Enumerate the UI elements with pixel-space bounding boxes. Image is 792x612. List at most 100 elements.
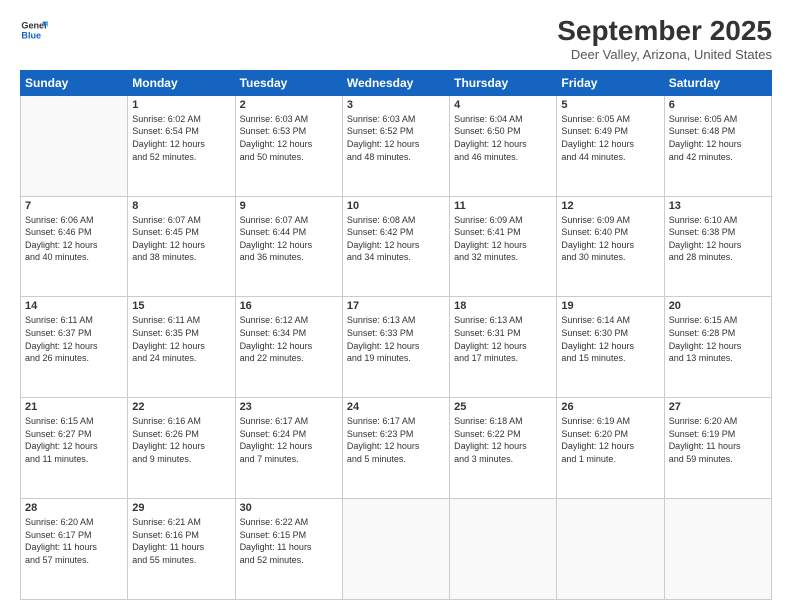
day-number: 19	[561, 300, 659, 312]
day-number: 2	[240, 99, 338, 111]
day-number: 13	[669, 200, 767, 212]
cell-info: Sunrise: 6:04 AM Sunset: 6:50 PM Dayligh…	[454, 113, 552, 163]
week-row-4: 21Sunrise: 6:15 AM Sunset: 6:27 PM Dayli…	[21, 398, 772, 499]
cell-info: Sunrise: 6:14 AM Sunset: 6:30 PM Dayligh…	[561, 314, 659, 364]
day-number: 15	[132, 300, 230, 312]
location: Deer Valley, Arizona, United States	[557, 47, 772, 62]
day-header-wednesday: Wednesday	[342, 70, 449, 95]
calendar-cell: 7 Sunrise: 6:06 AM Sunset: 6:46 PM Daylig…	[21, 196, 128, 297]
calendar-cell: 26 Sunrise: 6:19 AM Sunset: 6:20 PM Dayli…	[557, 398, 664, 499]
calendar-cell: 4 Sunrise: 6:04 AM Sunset: 6:50 PM Daylig…	[450, 95, 557, 196]
week-row-1: 1 Sunrise: 6:02 AM Sunset: 6:54 PM Daylig…	[21, 95, 772, 196]
cell-info: Sunrise: 6:03 AM Sunset: 6:53 PM Dayligh…	[240, 113, 338, 163]
calendar-cell: 19 Sunrise: 6:14 AM Sunset: 6:30 PM Dayli…	[557, 297, 664, 398]
cell-info: Sunrise: 6:21 AM Sunset: 6:16 PM Dayligh…	[132, 516, 230, 566]
cell-info: Sunrise: 6:13 AM Sunset: 6:31 PM Dayligh…	[454, 314, 552, 364]
calendar-cell: 12Sunrise: 6:09 AM Sunset: 6:40 PM Dayli…	[557, 196, 664, 297]
page: General Blue September 2025 Deer Valley,…	[0, 0, 792, 612]
cell-info: Sunrise: 6:10 AM Sunset: 6:38 PM Dayligh…	[669, 214, 767, 264]
cell-info: Sunrise: 6:15 AM Sunset: 6:27 PM Dayligh…	[25, 415, 123, 465]
calendar-cell	[557, 499, 664, 600]
cell-info: Sunrise: 6:11 AM Sunset: 6:35 PM Dayligh…	[132, 314, 230, 364]
calendar-cell	[21, 95, 128, 196]
day-number: 9	[240, 200, 338, 212]
calendar-cell: 5 Sunrise: 6:05 AM Sunset: 6:49 PM Daylig…	[557, 95, 664, 196]
calendar-cell: 2 Sunrise: 6:03 AM Sunset: 6:53 PM Daylig…	[235, 95, 342, 196]
cell-info: Sunrise: 6:02 AM Sunset: 6:54 PM Dayligh…	[132, 113, 230, 163]
week-row-3: 14 Sunrise: 6:11 AM Sunset: 6:37 PM Dayli…	[21, 297, 772, 398]
day-number: 18	[454, 300, 552, 312]
day-number: 5	[561, 99, 659, 111]
cell-info: Sunrise: 6:12 AM Sunset: 6:34 PM Dayligh…	[240, 314, 338, 364]
header: General Blue September 2025 Deer Valley,…	[20, 16, 772, 62]
day-number: 4	[454, 99, 552, 111]
logo: General Blue	[20, 16, 48, 44]
calendar-cell: 23 Sunrise: 6:17 AM Sunset: 6:24 PM Dayli…	[235, 398, 342, 499]
calendar-cell: 6 Sunrise: 6:05 AM Sunset: 6:48 PM Daylig…	[664, 95, 771, 196]
cell-info: Sunrise: 6:09 AM Sunset: 6:40 PM Dayligh…	[561, 214, 659, 264]
calendar-cell: 10 Sunrise: 6:08 AM Sunset: 6:42 PM Dayli…	[342, 196, 449, 297]
days-header-row: SundayMondayTuesdayWednesdayThursdayFrid…	[21, 70, 772, 95]
cell-info: Sunrise: 6:22 AM Sunset: 6:15 PM Dayligh…	[240, 516, 338, 566]
calendar-cell: 17 Sunrise: 6:13 AM Sunset: 6:33 PM Dayli…	[342, 297, 449, 398]
cell-info: Sunrise: 6:16 AM Sunset: 6:26 PM Dayligh…	[132, 415, 230, 465]
cell-info: Sunrise: 6:05 AM Sunset: 6:48 PM Dayligh…	[669, 113, 767, 163]
title-block: September 2025 Deer Valley, Arizona, Uni…	[557, 16, 772, 62]
cell-info: Sunrise: 6:19 AM Sunset: 6:20 PM Dayligh…	[561, 415, 659, 465]
calendar-table: SundayMondayTuesdayWednesdayThursdayFrid…	[20, 70, 772, 600]
calendar-cell: 28Sunrise: 6:20 AM Sunset: 6:17 PM Dayli…	[21, 499, 128, 600]
cell-info: Sunrise: 6:03 AM Sunset: 6:52 PM Dayligh…	[347, 113, 445, 163]
cell-info: Sunrise: 6:17 AM Sunset: 6:23 PM Dayligh…	[347, 415, 445, 465]
cell-info: Sunrise: 6:13 AM Sunset: 6:33 PM Dayligh…	[347, 314, 445, 364]
day-header-thursday: Thursday	[450, 70, 557, 95]
month-title: September 2025	[557, 16, 772, 47]
cell-info: Sunrise: 6:05 AM Sunset: 6:49 PM Dayligh…	[561, 113, 659, 163]
day-number: 6	[669, 99, 767, 111]
day-number: 1	[132, 99, 230, 111]
day-number: 22	[132, 401, 230, 413]
calendar-cell	[450, 499, 557, 600]
day-number: 17	[347, 300, 445, 312]
calendar-cell: 18 Sunrise: 6:13 AM Sunset: 6:31 PM Dayli…	[450, 297, 557, 398]
calendar-cell: 20Sunrise: 6:15 AM Sunset: 6:28 PM Dayli…	[664, 297, 771, 398]
calendar-cell: 8 Sunrise: 6:07 AM Sunset: 6:45 PM Daylig…	[128, 196, 235, 297]
day-header-tuesday: Tuesday	[235, 70, 342, 95]
day-number: 16	[240, 300, 338, 312]
calendar-cell: 15 Sunrise: 6:11 AM Sunset: 6:35 PM Dayli…	[128, 297, 235, 398]
day-number: 28	[25, 502, 123, 514]
day-number: 25	[454, 401, 552, 413]
cell-info: Sunrise: 6:11 AM Sunset: 6:37 PM Dayligh…	[25, 314, 123, 364]
cell-info: Sunrise: 6:20 AM Sunset: 6:19 PM Dayligh…	[669, 415, 767, 465]
logo-icon: General Blue	[20, 16, 48, 44]
day-number: 7	[25, 200, 123, 212]
cell-info: Sunrise: 6:07 AM Sunset: 6:45 PM Dayligh…	[132, 214, 230, 264]
calendar-cell: 24 Sunrise: 6:17 AM Sunset: 6:23 PM Dayli…	[342, 398, 449, 499]
calendar-cell	[664, 499, 771, 600]
calendar-cell: 25 Sunrise: 6:18 AM Sunset: 6:22 PM Dayli…	[450, 398, 557, 499]
cell-info: Sunrise: 6:18 AM Sunset: 6:22 PM Dayligh…	[454, 415, 552, 465]
day-number: 24	[347, 401, 445, 413]
calendar-cell	[342, 499, 449, 600]
calendar-cell: 1 Sunrise: 6:02 AM Sunset: 6:54 PM Daylig…	[128, 95, 235, 196]
cell-info: Sunrise: 6:06 AM Sunset: 6:46 PM Dayligh…	[25, 214, 123, 264]
day-number: 14	[25, 300, 123, 312]
day-number: 27	[669, 401, 767, 413]
cell-info: Sunrise: 6:09 AM Sunset: 6:41 PM Dayligh…	[454, 214, 552, 264]
calendar-cell: 27 Sunrise: 6:20 AM Sunset: 6:19 PM Dayli…	[664, 398, 771, 499]
cell-info: Sunrise: 6:07 AM Sunset: 6:44 PM Dayligh…	[240, 214, 338, 264]
svg-text:Blue: Blue	[21, 30, 41, 40]
day-number: 29	[132, 502, 230, 514]
day-number: 20	[669, 300, 767, 312]
day-number: 11	[454, 200, 552, 212]
cell-info: Sunrise: 6:08 AM Sunset: 6:42 PM Dayligh…	[347, 214, 445, 264]
day-number: 10	[347, 200, 445, 212]
day-number: 23	[240, 401, 338, 413]
day-header-saturday: Saturday	[664, 70, 771, 95]
day-number: 8	[132, 200, 230, 212]
day-number: 3	[347, 99, 445, 111]
cell-info: Sunrise: 6:17 AM Sunset: 6:24 PM Dayligh…	[240, 415, 338, 465]
day-number: 26	[561, 401, 659, 413]
calendar-cell: 9 Sunrise: 6:07 AM Sunset: 6:44 PM Daylig…	[235, 196, 342, 297]
calendar-cell: 13 Sunrise: 6:10 AM Sunset: 6:38 PM Dayli…	[664, 196, 771, 297]
calendar-cell: 30Sunrise: 6:22 AM Sunset: 6:15 PM Dayli…	[235, 499, 342, 600]
